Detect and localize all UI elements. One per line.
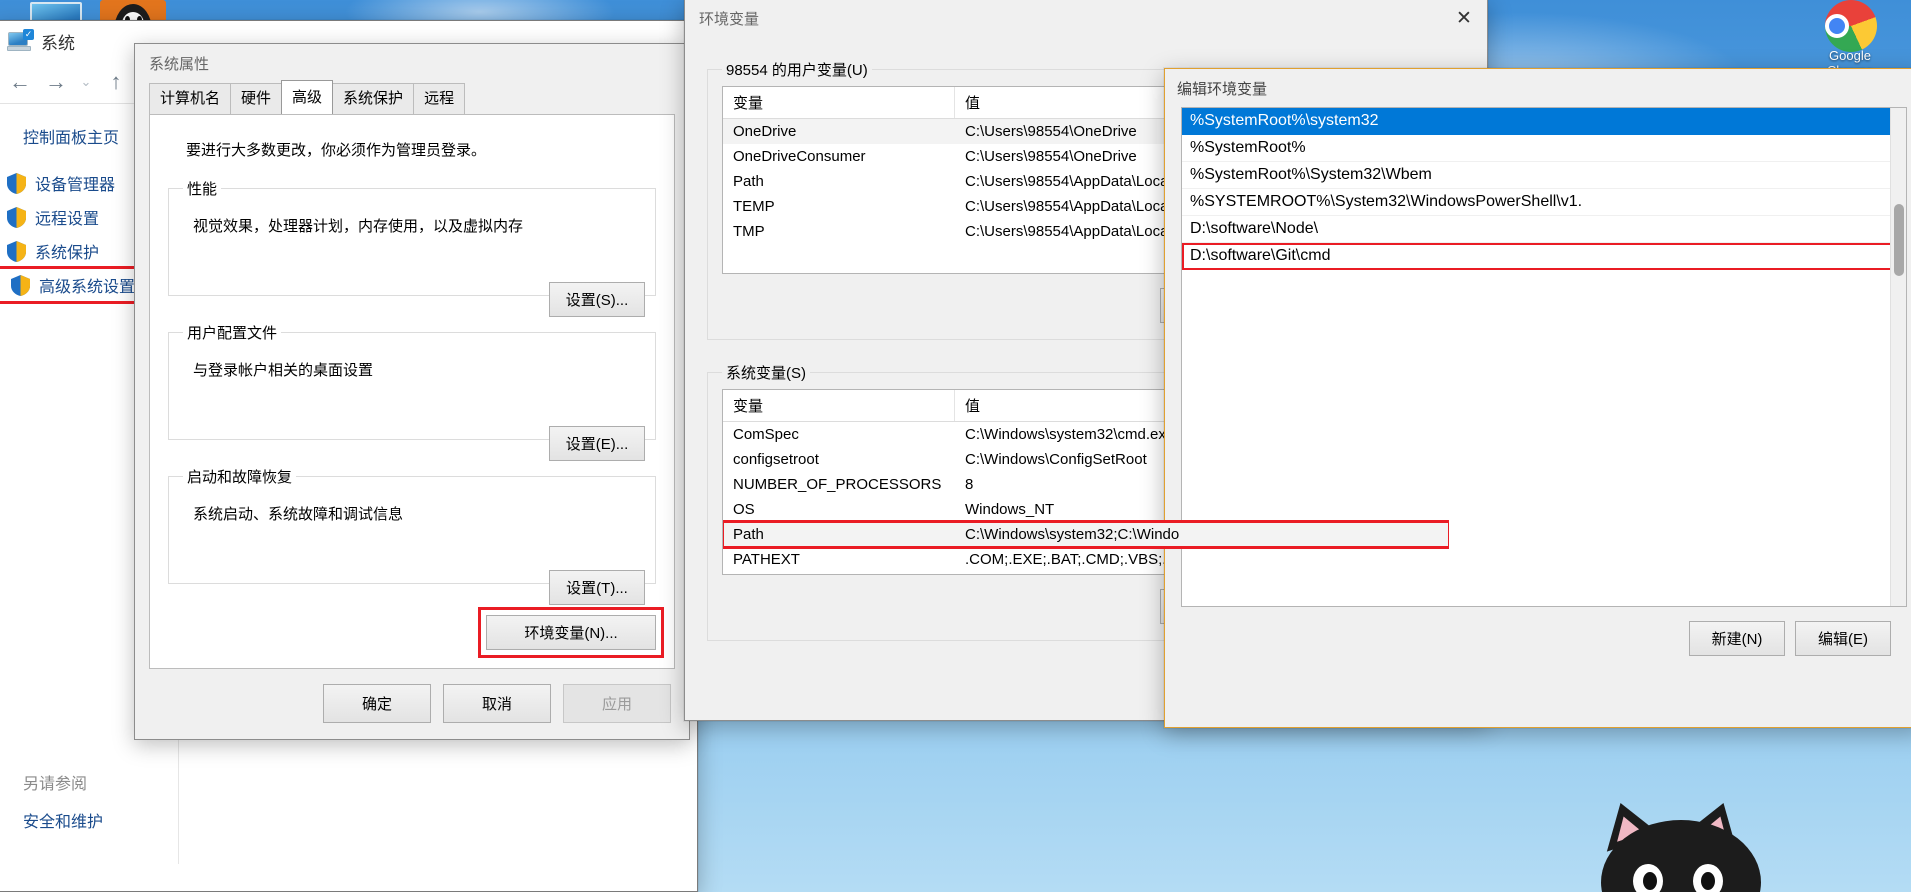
environment-variables-button[interactable]: 环境变量(N)... — [486, 615, 656, 650]
path-entry-row[interactable]: %SYSTEMROOT%\System32\WindowsPowerShell\… — [1182, 189, 1906, 216]
environment-variables-highlight: 环境变量(N)... — [478, 607, 664, 658]
variable-name: NUMBER_OF_PROCESSORS — [733, 476, 942, 493]
shield-icon — [7, 172, 26, 194]
cat-pupil-left-icon — [1643, 872, 1657, 890]
path-edit-button[interactable]: 编辑(E) — [1795, 621, 1891, 656]
variable-name: Path — [733, 173, 764, 190]
tab-computer-name[interactable]: 计算机名 — [149, 83, 232, 114]
column-header-name[interactable]: 变量 — [723, 87, 955, 118]
edit-environment-variable-dialog: 编辑环境变量 %SystemRoot%\system32 %SystemRoot… — [1164, 68, 1911, 728]
edit-environment-variable-buttons: 新建(N) 编辑(E) — [1181, 607, 1907, 656]
shield-icon — [11, 274, 30, 296]
chrome-icon-center — [1825, 14, 1849, 38]
variable-name: OS — [733, 501, 755, 518]
path-entry-row[interactable]: %SystemRoot%\System32\Wbem — [1182, 162, 1906, 189]
vertical-scrollbar[interactable] — [1890, 108, 1906, 606]
shield-icon — [7, 206, 26, 228]
user-profiles-description: 与登录帐户相关的桌面设置 — [193, 362, 374, 379]
chrome-label-line1: Google — [1829, 48, 1871, 63]
system-properties-title-text: 系统属性 — [149, 55, 210, 73]
up-button[interactable]: ↑ — [99, 67, 133, 97]
tab-remote[interactable]: 远程 — [413, 83, 466, 114]
startup-recovery-settings-button[interactable]: 设置(T)... — [549, 570, 645, 605]
environment-variables-titlebar: 环境变量 ✕ — [685, 0, 1487, 37]
close-icon[interactable]: ✕ — [1441, 0, 1487, 37]
variable-name: Path — [733, 526, 764, 543]
system-properties-dialog: 系统属性 计算机名 硬件 高级 系统保护 远程 要进行大多数更改，你必须作为管理… — [134, 43, 690, 740]
desktop-cat-sticker — [1571, 794, 1791, 892]
startup-recovery-group-legend: 启动和故障恢复 — [187, 469, 293, 486]
admin-notice-text: 要进行大多数更改，你必须作为管理员登录。 — [186, 142, 487, 159]
table-row-path-selected[interactable]: Path C:\Windows\system32;C:\Windo — [723, 520, 1449, 549]
sidebar-footer: 另请参阅 安全和维护 — [0, 766, 178, 836]
shield-icon — [7, 240, 26, 262]
performance-settings-button[interactable]: 设置(S)... — [549, 282, 645, 317]
performance-description: 视觉效果，处理器计划，内存使用，以及虚拟内存 — [193, 218, 524, 235]
path-entry-row[interactable]: D:\software\Node\ — [1182, 216, 1906, 243]
sidebar-item-security-and-maintenance[interactable]: 安全和维护 — [0, 804, 178, 836]
sidebar-label-device-manager: 设备管理器 — [35, 177, 116, 194]
startup-recovery-description: 系统启动、系统故障和调试信息 — [193, 506, 404, 523]
forward-button[interactable]: → — [39, 67, 73, 97]
desktop-root: Google Chrome ✓ 系统 ← → ⌄ ↑ — [0, 0, 1911, 892]
user-profiles-group: 用户配置文件 与登录帐户相关的桌面设置 设置(E)... — [168, 322, 656, 461]
see-also-heading: 另请参阅 — [23, 776, 88, 793]
variable-name: TMP — [733, 223, 765, 240]
cat-pupil-right-icon — [1701, 872, 1715, 890]
ok-button[interactable]: 确定 — [323, 683, 431, 723]
user-profiles-group-legend: 用户配置文件 — [187, 325, 278, 342]
variable-name: OneDriveConsumer — [733, 148, 866, 165]
path-entry-row[interactable]: %SystemRoot% — [1182, 135, 1906, 162]
back-button[interactable]: ← — [3, 67, 37, 97]
variable-name: configsetroot — [733, 451, 819, 468]
tab-hardware[interactable]: 硬件 — [230, 83, 283, 114]
apply-button: 应用 — [563, 683, 671, 723]
scrollbar-thumb[interactable] — [1894, 204, 1904, 276]
path-entry-row-git-cmd[interactable]: D:\software\Git\cmd — [1182, 243, 1906, 270]
system-properties-footer: 确定 取消 应用 — [135, 667, 689, 739]
sidebar-label-advanced-system-settings: 高级系统设置 — [39, 279, 136, 296]
system-window-title-text: 系统 — [41, 34, 75, 53]
path-new-button[interactable]: 新建(N) — [1689, 621, 1785, 656]
recent-locations-button[interactable]: ⌄ — [75, 67, 97, 97]
performance-group-legend: 性能 — [187, 181, 218, 198]
variable-name: TEMP — [733, 198, 775, 215]
column-header-name[interactable]: 变量 — [723, 390, 955, 421]
edit-environment-variable-body: %SystemRoot%\system32 %SystemRoot% %Syst… — [1165, 107, 1911, 656]
user-profiles-settings-button[interactable]: 设置(E)... — [549, 426, 645, 461]
edit-environment-variable-titlebar: 编辑环境变量 — [1165, 69, 1911, 107]
environment-variables-title-text: 环境变量 — [699, 10, 760, 28]
variable-value: C:\Windows\system32;C:\Windo — [965, 526, 1180, 543]
user-variables-legend: 98554 的用户变量(U) — [726, 62, 868, 79]
path-entry-row[interactable]: %SystemRoot%\system32 — [1182, 108, 1906, 135]
startup-recovery-group: 启动和故障恢复 系统启动、系统故障和调试信息 设置(T)... — [168, 466, 656, 605]
variable-name: ComSpec — [733, 426, 799, 443]
performance-group: 性能 视觉效果，处理器计划，内存使用，以及虚拟内存 设置(S)... — [168, 178, 656, 317]
sidebar-label-remote-settings: 远程设置 — [35, 211, 100, 228]
cancel-button[interactable]: 取消 — [443, 683, 551, 723]
system-properties-tabs: 计算机名 硬件 高级 系统保护 远程 — [135, 80, 689, 114]
system-variables-legend: 系统变量(S) — [726, 365, 806, 382]
sidebar-label-system-protection: 系统保护 — [35, 245, 100, 262]
tab-system-protection[interactable]: 系统保护 — [332, 83, 415, 114]
edit-environment-variable-title-text: 编辑环境变量 — [1177, 80, 1268, 98]
tab-advanced[interactable]: 高级 — [281, 80, 334, 114]
system-icon: ✓ — [7, 28, 34, 53]
variable-name: PATHEXT — [733, 551, 800, 568]
system-properties-titlebar: 系统属性 — [135, 44, 689, 82]
advanced-tab-page: 要进行大多数更改，你必须作为管理员登录。 性能 视觉效果，处理器计划，内存使用，… — [149, 114, 675, 669]
variable-name: OneDrive — [733, 123, 797, 140]
